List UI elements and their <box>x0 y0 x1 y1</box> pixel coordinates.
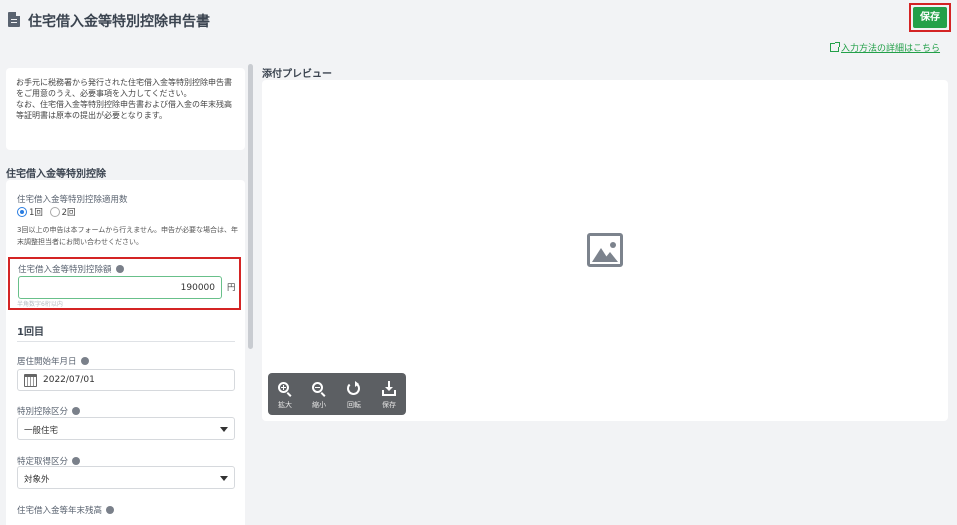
radio-option-2[interactable]: 2回 <box>49 207 76 218</box>
rotate-label: 回転 <box>347 401 361 409</box>
info-icon[interactable] <box>72 407 81 415</box>
acquisition-select[interactable]: 対象外 <box>17 466 235 489</box>
deduction-form: 住宅借入金等特別控除適用数 1回 2回 3回以上の申告は本フォームから行えません… <box>6 180 245 525</box>
save-button[interactable]: 保存 <box>913 7 947 28</box>
count-label: 住宅借入金等特別控除適用数 <box>17 195 128 205</box>
page-header: 住宅借入金等特別控除申告書 保存 <box>0 0 957 38</box>
zoom-in-label: 拡大 <box>278 401 292 409</box>
download-icon <box>380 380 398 398</box>
divider <box>17 341 235 342</box>
section-title: 住宅借入金等特別控除 <box>6 169 106 180</box>
zoom-out-label: 縮小 <box>312 401 326 409</box>
amount-input[interactable] <box>18 276 222 299</box>
count-radio-group: 1回 2回 <box>17 206 76 218</box>
count-note: 3回以上の申告は本フォームから行えません。申告が必要な場合は、年末調整担当者にお… <box>17 226 239 246</box>
radio-option-1[interactable]: 1回 <box>17 207 43 218</box>
preview-title: 添付プレビュー <box>262 69 332 80</box>
category-label: 特別控除区分 <box>17 405 81 417</box>
calendar-icon <box>24 374 37 387</box>
preview-toolbar: 拡大 縮小 回転 保存 <box>268 373 406 415</box>
rotate-button[interactable]: 回転 <box>337 373 371 415</box>
info-icon[interactable] <box>115 265 124 273</box>
balance-label-text: 住宅借入金等年末残高 <box>17 506 103 516</box>
chevron-down-icon <box>220 427 228 432</box>
category-value: 一般住宅 <box>24 426 59 436</box>
radio-option-1-label: 1回 <box>29 208 43 218</box>
page-title: 住宅借入金等特別控除申告書 <box>28 14 210 30</box>
start-date-field[interactable]: 2022/07/01 <box>17 369 235 391</box>
amount-label-text: 住宅借入金等特別控除額 <box>18 265 112 275</box>
radio-option-2-label: 2回 <box>61 208 76 218</box>
chevron-down-icon <box>220 476 228 481</box>
download-button[interactable]: 保存 <box>372 373 406 415</box>
save-button-highlight: 保存 <box>909 3 951 32</box>
acquisition-value: 対象外 <box>24 475 50 485</box>
radio-unchecked-icon <box>49 207 60 217</box>
rotate-icon <box>345 380 363 398</box>
start-date-value: 2022/07/01 <box>43 375 95 385</box>
category-select[interactable]: 一般住宅 <box>17 417 235 440</box>
sub-section-title: 1回目 <box>17 327 44 338</box>
info-icon[interactable] <box>106 506 115 514</box>
external-link-icon <box>830 42 840 52</box>
start-date-label: 居住開始年月日 <box>17 355 89 367</box>
info-icon[interactable] <box>80 357 89 365</box>
notice-text-2: なお、住宅借入金等特別控除申告書および借入金の年末残高等証明書は原本の提出が必要… <box>16 100 232 120</box>
amount-unit: 円 <box>227 283 236 293</box>
zoom-out-button[interactable]: 縮小 <box>302 373 336 415</box>
input-help-link[interactable]: 入力方法の詳細はこちら <box>830 41 940 54</box>
notice-text-1: お手元に税務署から発行された住宅借入金等特別控除申告書をご用意のうえ、必要事項を… <box>16 78 232 98</box>
category-label-text: 特別控除区分 <box>17 407 69 417</box>
radio-checked-icon <box>17 207 27 217</box>
download-label: 保存 <box>382 401 396 409</box>
document-icon <box>8 12 20 27</box>
image-placeholder-icon <box>587 233 623 267</box>
scrollbar[interactable] <box>248 64 253 349</box>
zoom-out-icon <box>310 380 328 398</box>
amount-label: 住宅借入金等特別控除額 <box>18 263 124 275</box>
start-date-label-text: 居住開始年月日 <box>17 357 77 367</box>
notice-box: お手元に税務署から発行された住宅借入金等特別控除申告書をご用意のうえ、必要事項を… <box>6 68 245 150</box>
preview-area <box>262 80 948 421</box>
amount-hint: 半角数字6桁以内 <box>17 301 63 308</box>
zoom-in-button[interactable]: 拡大 <box>268 373 302 415</box>
help-link-label: 入力方法の詳細はこちら <box>841 44 941 54</box>
info-icon[interactable] <box>72 457 81 465</box>
balance-label: 住宅借入金等年末残高 <box>17 504 115 516</box>
zoom-in-icon <box>276 380 294 398</box>
